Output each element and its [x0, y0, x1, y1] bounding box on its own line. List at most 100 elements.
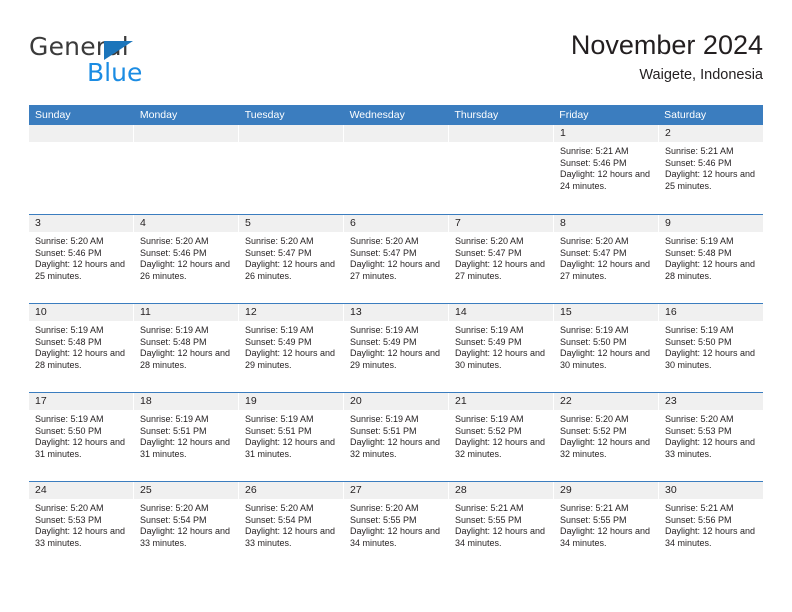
- day-details: Sunrise: 5:19 AM Sunset: 5:48 PM Daylight:…: [659, 232, 763, 282]
- daylight-text: Daylight: 12 hours and 33 minutes.: [35, 526, 126, 548]
- sunset-text: Sunset: 5:55 PM: [455, 514, 522, 525]
- daylight-text: Daylight: 12 hours and 32 minutes.: [560, 437, 651, 459]
- day-cell[interactable]: 8 Sunrise: 5:20 AM Sunset: 5:47 PM Daylight…: [554, 215, 658, 303]
- sunset-text: Sunset: 5:48 PM: [140, 336, 207, 347]
- sunset-text: Sunset: 5:53 PM: [35, 514, 102, 525]
- sunrise-text: Sunrise: 5:19 AM: [35, 414, 104, 424]
- day-cell[interactable]: 7 Sunrise: 5:20 AM Sunset: 5:47 PM Daylight…: [449, 215, 553, 303]
- day-details: Sunrise: 5:20 AM Sunset: 5:53 PM Daylight:…: [659, 410, 763, 460]
- day-cell[interactable]: 12 Sunrise: 5:19 AM Sunset: 5:49 PM Dayligh…: [239, 304, 343, 392]
- weekday-header-saturday: Saturday: [664, 109, 707, 121]
- day-cell[interactable]: 20 Sunrise: 5:19 AM Sunset: 5:51 PM Dayligh…: [344, 393, 448, 481]
- day-details: Sunrise: 5:19 AM Sunset: 5:49 PM Daylight:…: [344, 321, 448, 371]
- day-number-band: 20: [344, 393, 448, 410]
- sunset-text: Sunset: 5:46 PM: [35, 247, 102, 258]
- day-details: Sunrise: 5:21 AM Sunset: 5:56 PM Daylight:…: [659, 499, 763, 549]
- general-blue-logo[interactable]: General Blue: [29, 32, 249, 92]
- sunrise-text: Sunrise: 5:20 AM: [35, 503, 104, 513]
- day-number-band: 29: [554, 482, 658, 499]
- daylight-text: Daylight: 12 hours and 24 minutes.: [560, 169, 651, 191]
- day-number-band: 5: [239, 215, 343, 232]
- day-cell[interactable]: 27 Sunrise: 5:20 AM Sunset: 5:55 PM Dayligh…: [344, 482, 448, 570]
- day-cell-empty: [134, 125, 238, 214]
- day-number-band: 22: [554, 393, 658, 410]
- day-cell[interactable]: 6 Sunrise: 5:20 AM Sunset: 5:47 PM Daylight…: [344, 215, 448, 303]
- sunset-text: Sunset: 5:51 PM: [350, 425, 417, 436]
- weekday-header-tuesday: Tuesday: [244, 109, 285, 121]
- day-cell[interactable]: 23 Sunrise: 5:20 AM Sunset: 5:53 PM Dayligh…: [659, 393, 763, 481]
- daylight-text: Daylight: 12 hours and 34 minutes.: [350, 526, 441, 548]
- day-number-band: 3: [29, 215, 133, 232]
- sunrise-text: Sunrise: 5:19 AM: [245, 325, 314, 335]
- sunset-text: Sunset: 5:51 PM: [140, 425, 207, 436]
- sunrise-text: Sunrise: 5:19 AM: [35, 325, 104, 335]
- day-cell[interactable]: 18 Sunrise: 5:19 AM Sunset: 5:51 PM Dayligh…: [134, 393, 238, 481]
- day-number: 22: [560, 395, 572, 407]
- day-cell[interactable]: 15 Sunrise: 5:19 AM Sunset: 5:50 PM Dayligh…: [554, 304, 658, 392]
- day-number: 20: [350, 395, 362, 407]
- day-number: 23: [665, 395, 677, 407]
- sunrise-text: Sunrise: 5:19 AM: [560, 325, 629, 335]
- day-number: 1: [560, 127, 566, 139]
- calendar-week-row: 1 Sunrise: 5:21 AM Sunset: 5:46 PM Daylight…: [29, 125, 763, 214]
- logo-text-blue: Blue: [87, 58, 143, 87]
- day-cell[interactable]: 2 Sunrise: 5:21 AM Sunset: 5:46 PM Daylight…: [659, 125, 763, 214]
- day-details: Sunrise: 5:20 AM Sunset: 5:52 PM Daylight:…: [554, 410, 658, 460]
- daylight-text: Daylight: 12 hours and 32 minutes.: [455, 437, 546, 459]
- day-cell[interactable]: 16 Sunrise: 5:19 AM Sunset: 5:50 PM Dayligh…: [659, 304, 763, 392]
- daylight-text: Daylight: 12 hours and 28 minutes.: [665, 259, 756, 281]
- day-details: Sunrise: 5:19 AM Sunset: 5:51 PM Daylight:…: [344, 410, 448, 460]
- day-number: 8: [560, 217, 566, 229]
- day-details: Sunrise: 5:20 AM Sunset: 5:46 PM Daylight:…: [134, 232, 238, 282]
- day-cell[interactable]: 26 Sunrise: 5:20 AM Sunset: 5:54 PM Dayligh…: [239, 482, 343, 570]
- day-number-band: 30: [659, 482, 763, 499]
- day-number-band: 21: [449, 393, 553, 410]
- day-details: Sunrise: 5:21 AM Sunset: 5:55 PM Daylight:…: [554, 499, 658, 549]
- daylight-text: Daylight: 12 hours and 33 minutes.: [245, 526, 336, 548]
- day-cell-empty: [239, 125, 343, 214]
- day-cell[interactable]: 24 Sunrise: 5:20 AM Sunset: 5:53 PM Dayligh…: [29, 482, 133, 570]
- day-number: 5: [245, 217, 251, 229]
- day-details: Sunrise: 5:19 AM Sunset: 5:50 PM Daylight:…: [659, 321, 763, 371]
- day-cell[interactable]: 5 Sunrise: 5:20 AM Sunset: 5:47 PM Daylight…: [239, 215, 343, 303]
- daylight-text: Daylight: 12 hours and 29 minutes.: [350, 348, 441, 370]
- day-details: Sunrise: 5:19 AM Sunset: 5:50 PM Daylight:…: [554, 321, 658, 371]
- day-cell[interactable]: 11 Sunrise: 5:19 AM Sunset: 5:48 PM Dayligh…: [134, 304, 238, 392]
- day-cell[interactable]: 1 Sunrise: 5:21 AM Sunset: 5:46 PM Daylight…: [554, 125, 658, 214]
- day-cell[interactable]: 28 Sunrise: 5:21 AM Sunset: 5:55 PM Dayligh…: [449, 482, 553, 570]
- day-number-band: 19: [239, 393, 343, 410]
- sunrise-text: Sunrise: 5:21 AM: [560, 146, 629, 156]
- weekday-header-wednesday: Wednesday: [349, 109, 405, 121]
- sunrise-text: Sunrise: 5:19 AM: [350, 414, 419, 424]
- day-details: Sunrise: 5:20 AM Sunset: 5:47 PM Daylight:…: [239, 232, 343, 282]
- sunset-text: Sunset: 5:54 PM: [245, 514, 312, 525]
- day-cell[interactable]: 19 Sunrise: 5:19 AM Sunset: 5:51 PM Dayligh…: [239, 393, 343, 481]
- sunset-text: Sunset: 5:50 PM: [35, 425, 102, 436]
- day-cell[interactable]: 30 Sunrise: 5:21 AM Sunset: 5:56 PM Dayligh…: [659, 482, 763, 570]
- calendar-grid: Sunday Monday Tuesday Wednesday Thursday Frid…: [29, 105, 763, 570]
- sunrise-text: Sunrise: 5:20 AM: [350, 236, 419, 246]
- weekday-header-monday: Monday: [139, 109, 178, 121]
- day-cell[interactable]: 13 Sunrise: 5:19 AM Sunset: 5:49 PM Dayligh…: [344, 304, 448, 392]
- sunset-text: Sunset: 5:46 PM: [665, 157, 732, 168]
- day-details: Sunrise: 5:20 AM Sunset: 5:47 PM Daylight:…: [449, 232, 553, 282]
- day-cell[interactable]: 4 Sunrise: 5:20 AM Sunset: 5:46 PM Daylight…: [134, 215, 238, 303]
- sunset-text: Sunset: 5:46 PM: [560, 157, 627, 168]
- day-cell[interactable]: 22 Sunrise: 5:20 AM Sunset: 5:52 PM Dayligh…: [554, 393, 658, 481]
- day-cell[interactable]: 17 Sunrise: 5:19 AM Sunset: 5:50 PM Dayligh…: [29, 393, 133, 481]
- day-number-band: 18: [134, 393, 238, 410]
- daylight-text: Daylight: 12 hours and 27 minutes.: [350, 259, 441, 281]
- day-cell[interactable]: 29 Sunrise: 5:21 AM Sunset: 5:55 PM Dayligh…: [554, 482, 658, 570]
- sunset-text: Sunset: 5:47 PM: [560, 247, 627, 258]
- day-cell[interactable]: 25 Sunrise: 5:20 AM Sunset: 5:54 PM Dayligh…: [134, 482, 238, 570]
- sunset-text: Sunset: 5:55 PM: [350, 514, 417, 525]
- sunrise-text: Sunrise: 5:21 AM: [455, 503, 524, 513]
- day-cell[interactable]: 9 Sunrise: 5:19 AM Sunset: 5:48 PM Daylight…: [659, 215, 763, 303]
- day-cell[interactable]: 10 Sunrise: 5:19 AM Sunset: 5:48 PM Dayligh…: [29, 304, 133, 392]
- day-cell[interactable]: 3 Sunrise: 5:20 AM Sunset: 5:46 PM Daylight…: [29, 215, 133, 303]
- day-cell[interactable]: 21 Sunrise: 5:19 AM Sunset: 5:52 PM Dayligh…: [449, 393, 553, 481]
- day-details: Sunrise: 5:21 AM Sunset: 5:46 PM Daylight:…: [659, 142, 763, 192]
- day-cell[interactable]: 14 Sunrise: 5:19 AM Sunset: 5:49 PM Dayligh…: [449, 304, 553, 392]
- day-number-band: 8: [554, 215, 658, 232]
- day-number: 29: [560, 484, 572, 496]
